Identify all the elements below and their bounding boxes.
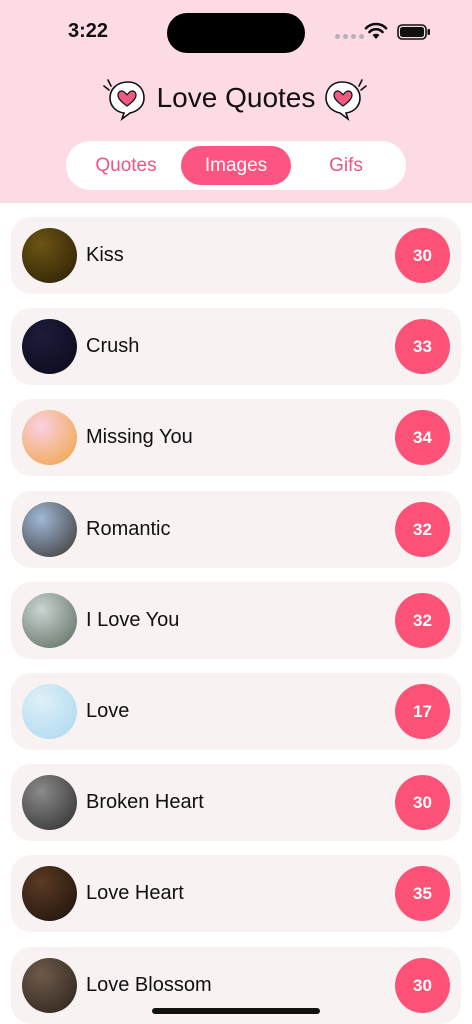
category-segmented-control: Quotes Images Gifs [66, 141, 406, 190]
count-badge: 30 [395, 228, 450, 283]
category-thumbnail [22, 319, 77, 374]
count-badge: 32 [395, 502, 450, 557]
category-thumbnail [22, 958, 77, 1013]
list-item[interactable]: I Love You 32 [11, 582, 461, 659]
count-badge: 35 [395, 866, 450, 921]
tab-gifs[interactable]: Gifs [291, 146, 401, 185]
title-row: Love Quotes [0, 76, 472, 122]
category-thumbnail [22, 410, 77, 465]
category-label: Crush [86, 335, 140, 357]
list-item[interactable]: Crush 33 [11, 308, 461, 385]
category-thumbnail [22, 593, 77, 648]
list-item[interactable]: Broken Heart 30 [11, 764, 461, 841]
category-thumbnail [22, 866, 77, 921]
category-label: I Love You [86, 609, 180, 631]
list-item[interactable]: Missing You 34 [11, 399, 461, 476]
category-thumbnail [22, 502, 77, 557]
list-item[interactable]: Romantic 32 [11, 491, 461, 568]
category-thumbnail [22, 775, 77, 830]
status-time: 3:22 [68, 20, 109, 42]
category-label: Romantic [86, 518, 171, 540]
tab-quotes[interactable]: Quotes [71, 146, 181, 185]
category-label: Love [86, 700, 130, 722]
category-label: Love Heart [86, 882, 184, 904]
list-item[interactable]: Love Heart 35 [11, 855, 461, 932]
count-badge: 17 [395, 684, 450, 739]
count-badge: 33 [395, 319, 450, 374]
count-badge: 32 [395, 593, 450, 648]
category-label: Missing You [86, 426, 193, 448]
list-item[interactable]: Love 17 [11, 673, 461, 750]
count-badge: 30 [395, 775, 450, 830]
heart-bubble-icon [325, 79, 367, 122]
category-thumbnail [22, 684, 77, 739]
category-label: Kiss [86, 244, 124, 266]
page-title: Love Quotes [156, 82, 316, 113]
battery-icon [397, 24, 430, 40]
list-item[interactable]: Kiss 30 [11, 217, 461, 294]
count-badge: 34 [395, 410, 450, 465]
category-thumbnail [22, 228, 77, 283]
category-label: Broken Heart [86, 791, 204, 813]
count-badge: 30 [395, 958, 450, 1013]
signal-icon [335, 34, 364, 39]
status-bar: 3:22 [0, 0, 472, 64]
tab-images[interactable]: Images [181, 146, 291, 185]
dynamic-island [167, 13, 305, 53]
wifi-icon [364, 22, 388, 39]
home-indicator [152, 1008, 320, 1014]
